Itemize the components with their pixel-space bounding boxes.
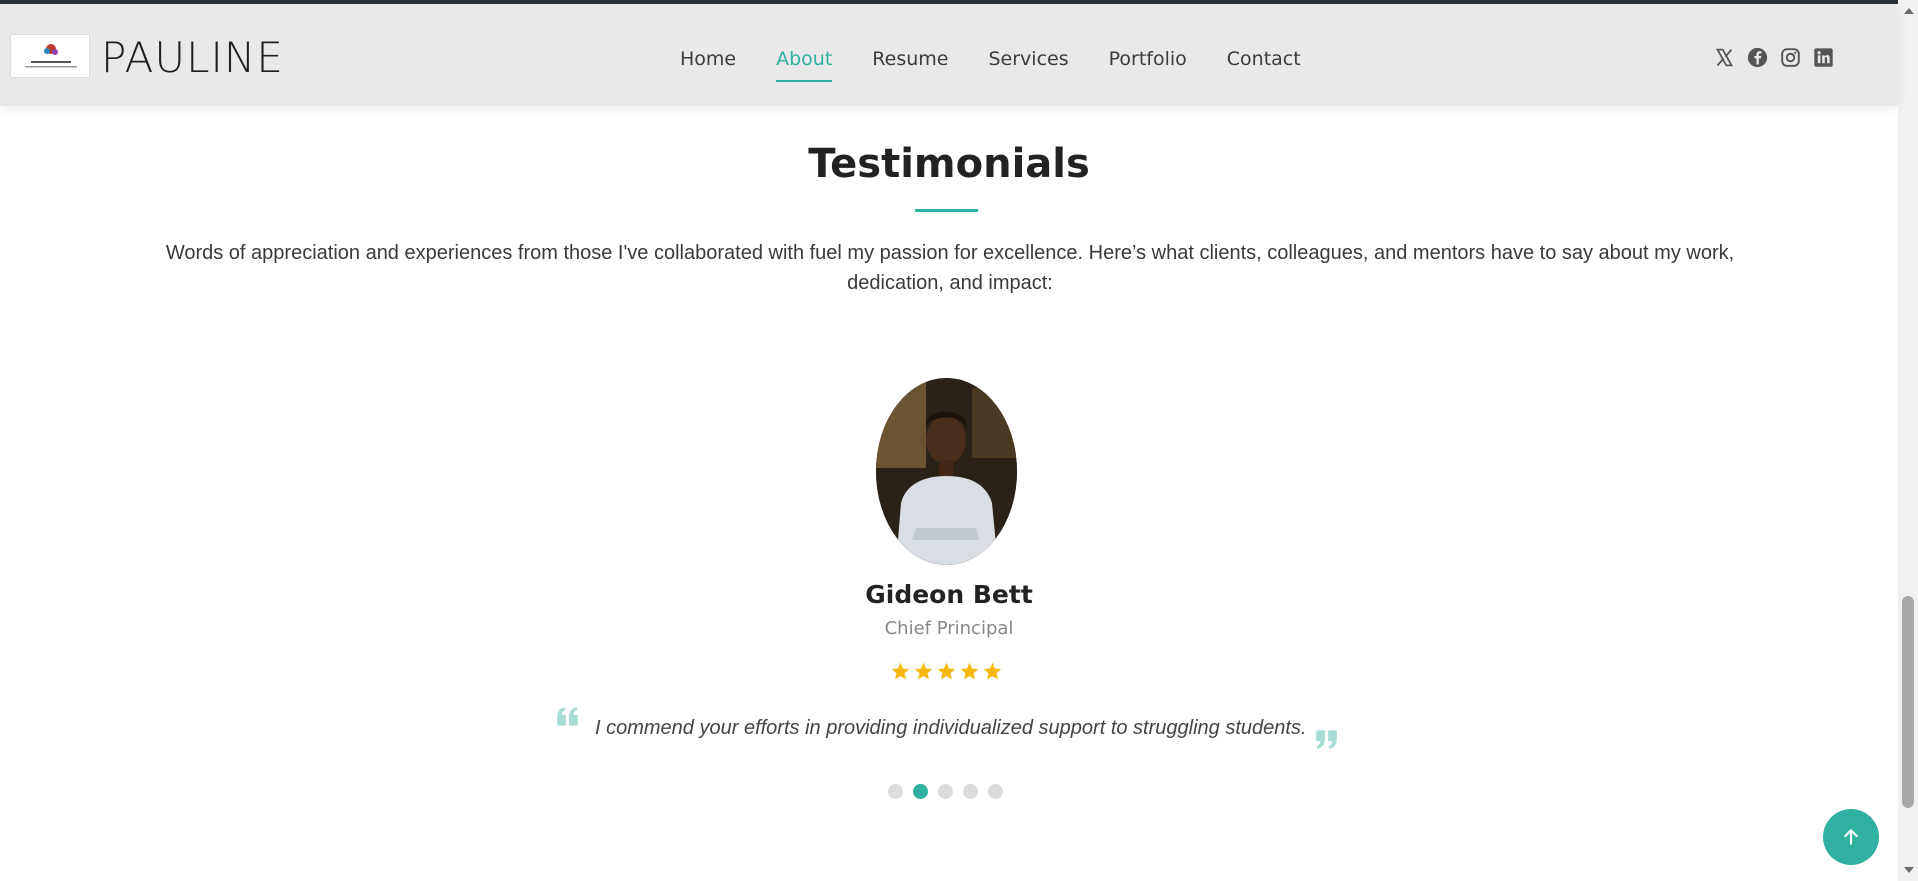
- testimonial-avatar: [876, 378, 1017, 565]
- quote-close-icon: [1316, 730, 1337, 749]
- section-intro: Words of appreciation and experiences fr…: [165, 242, 1735, 294]
- x-icon[interactable]: [1714, 47, 1735, 68]
- social-links: [1714, 47, 1834, 68]
- nav-about[interactable]: About: [776, 40, 833, 82]
- nav-services[interactable]: Services: [988, 40, 1068, 80]
- star-icon: [983, 662, 1002, 680]
- carousel-dot-active[interactable]: [913, 784, 928, 799]
- testimonial-role: Chief Principal: [884, 618, 1014, 639]
- star-rating: [890, 661, 1003, 682]
- nav-home[interactable]: Home: [680, 40, 736, 80]
- quote-open-icon: [557, 707, 578, 726]
- carousel-pagination: [888, 784, 1003, 799]
- title-underline: [915, 209, 978, 212]
- nav-resume[interactable]: Resume: [872, 40, 948, 80]
- main-nav: Home About Resume Services Portfolio Con…: [680, 40, 1341, 82]
- page-scrollbar[interactable]: [1898, 0, 1918, 881]
- star-icon: [937, 662, 956, 680]
- back-to-top-button[interactable]: [1823, 809, 1879, 865]
- nav-contact[interactable]: Contact: [1227, 40, 1301, 80]
- linkedin-icon[interactable]: [1813, 47, 1834, 68]
- logo[interactable]: [10, 34, 90, 78]
- carousel-dot[interactable]: [963, 784, 978, 799]
- site-header: PAULINE Home About Resume Services Portf…: [0, 4, 1898, 106]
- carousel-dot[interactable]: [888, 784, 903, 799]
- scroll-thumb[interactable]: [1902, 596, 1914, 808]
- arrow-up-icon: [1844, 829, 1858, 845]
- instagram-icon[interactable]: [1780, 47, 1801, 68]
- testimonial-quote: I commend your efforts in providing indi…: [595, 717, 1307, 739]
- section-title: Testimonials: [808, 141, 1090, 187]
- star-icon: [914, 662, 933, 680]
- star-icon: [960, 662, 979, 680]
- brand-name[interactable]: PAULINE: [101, 32, 284, 84]
- carousel-dot[interactable]: [988, 784, 1003, 799]
- scroll-down-arrow-icon[interactable]: [1904, 867, 1914, 873]
- nav-portfolio[interactable]: Portfolio: [1109, 40, 1187, 80]
- scroll-up-arrow-icon[interactable]: [1904, 8, 1914, 14]
- facebook-icon[interactable]: [1747, 47, 1768, 68]
- star-icon: [891, 662, 910, 680]
- testimonial-name: Gideon Bett: [865, 580, 1033, 609]
- carousel-dot[interactable]: [938, 784, 953, 799]
